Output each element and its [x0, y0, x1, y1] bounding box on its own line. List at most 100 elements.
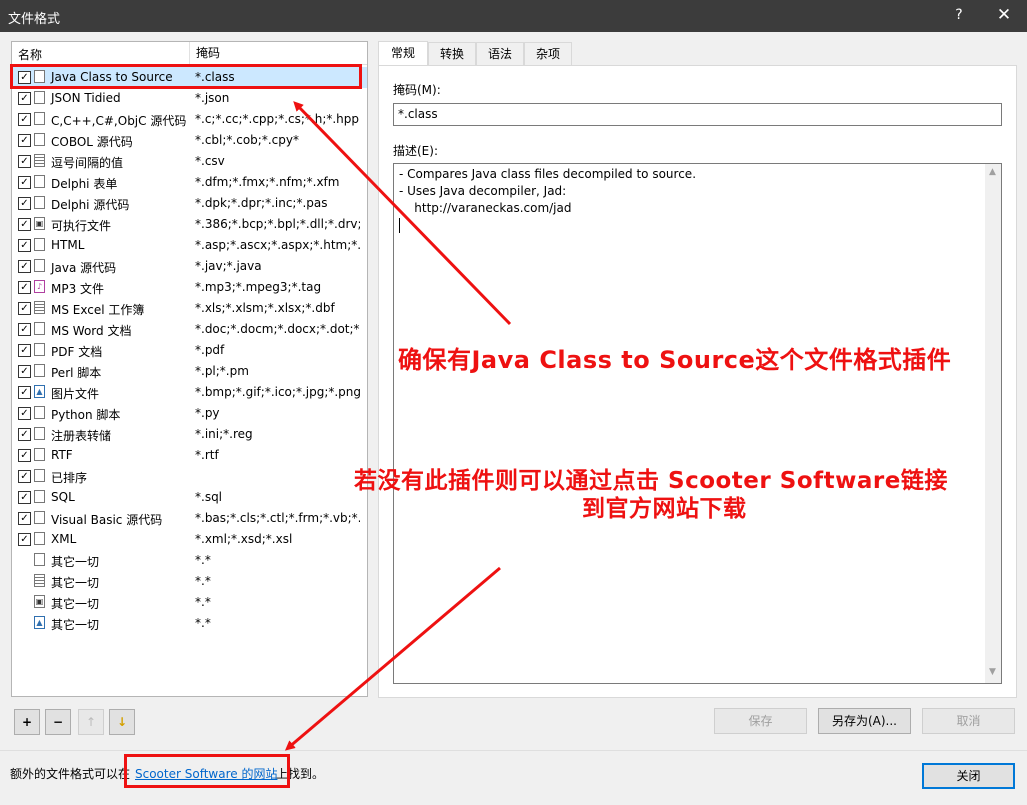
format-mask: *.py — [195, 406, 220, 420]
checkbox[interactable]: ✓ — [18, 512, 31, 525]
list-item[interactable]: ✓ ▣ 可执行文件 *.386;*.bcp;*.bpl;*.dll;*.drv;... — [12, 214, 367, 235]
list-item[interactable]: ✓ 注册表转储 *.ini;*.reg — [12, 424, 367, 445]
tab-grammar[interactable]: 语法 — [476, 42, 524, 65]
format-mask: *.asp;*.ascx;*.aspx;*.htm;*... — [195, 238, 360, 252]
annotation-ensure-plugin: 确保有Java Class to Source这个文件格式插件 — [398, 346, 952, 374]
checkbox[interactable]: ✓ — [18, 239, 31, 252]
table-icon — [34, 574, 45, 587]
document-icon — [34, 175, 45, 188]
format-mask: *.* — [195, 616, 211, 630]
format-name: MS Word 文档 — [51, 324, 132, 338]
list-item[interactable]: ✓ PDF 文档 *.pdf — [12, 340, 367, 361]
list-item[interactable]: ✓ Java 源代码 *.jav;*.java — [12, 256, 367, 277]
checkbox[interactable]: ✓ — [18, 176, 31, 189]
checkbox[interactable]: ✓ — [18, 428, 31, 441]
move-up-button[interactable]: ↑ — [78, 709, 104, 735]
format-name: Delphi 表单 — [51, 177, 118, 191]
description-scrollbar[interactable]: ▲ ▼ — [985, 164, 1001, 683]
checkbox[interactable]: ✓ — [18, 470, 31, 483]
scroll-down-icon[interactable]: ▼ — [989, 667, 996, 677]
format-name: 已排序 — [51, 471, 88, 485]
close-window-button[interactable]: ✕ — [994, 4, 1014, 26]
format-mask: *.386;*.bcp;*.bpl;*.dll;*.drv;... — [195, 217, 360, 231]
cancel-button[interactable]: 取消 — [922, 708, 1015, 734]
list-item[interactable]: ✓ RTF *.rtf — [12, 445, 367, 466]
checkbox[interactable]: ✓ — [18, 155, 31, 168]
format-name: Visual Basic 源代码 — [51, 513, 163, 527]
format-mask: *.rtf — [195, 448, 219, 462]
close-button[interactable]: 关闭 — [922, 763, 1015, 789]
format-name: SQL — [51, 490, 75, 504]
document-icon — [34, 322, 45, 335]
checkbox[interactable]: ✓ — [18, 344, 31, 357]
list-item[interactable]: ✓ 逗号间隔的值 *.csv — [12, 151, 367, 172]
list-item[interactable]: ▣ 其它一切 *.* — [12, 592, 367, 613]
list-item[interactable]: ✓ ♪ MP3 文件 *.mp3;*.mpeg3;*.tag — [12, 277, 367, 298]
table-icon — [34, 301, 45, 314]
tab-general[interactable]: 常规 — [378, 41, 428, 66]
format-name: 其它一切 — [51, 597, 100, 611]
list-item[interactable]: 其它一切 *.* — [12, 571, 367, 592]
format-mask: *.json — [195, 91, 230, 105]
column-header-name[interactable]: 名称 — [18, 46, 42, 63]
column-header-mask[interactable]: 掩码 — [189, 42, 220, 64]
move-down-button[interactable]: ↓ — [109, 709, 135, 735]
list-item[interactable]: ✓ ▲ 图片文件 *.bmp;*.gif;*.ico;*.jpg;*.png... — [12, 382, 367, 403]
checkbox[interactable]: ✓ — [18, 218, 31, 231]
format-mask: *.pl;*.pm — [195, 364, 249, 378]
list-item[interactable]: ✓ MS Word 文档 *.doc;*.docm;*.docx;*.dot;*..… — [12, 319, 367, 340]
list-item[interactable]: ✓ Delphi 源代码 *.dpk;*.dpr;*.inc;*.pas — [12, 193, 367, 214]
checkbox[interactable]: ✓ — [18, 386, 31, 399]
checkbox[interactable]: ✓ — [18, 92, 31, 105]
remove-format-button[interactable]: − — [45, 709, 71, 735]
save-button[interactable]: 保存 — [714, 708, 807, 734]
list-item[interactable]: ✓ SQL *.sql — [12, 487, 367, 508]
list-item[interactable]: ✓ C,C++,C#,ObjC 源代码 *.c;*.cc;*.cpp;*.cs;*.… — [12, 109, 367, 130]
picture-icon: ▲ — [34, 385, 45, 398]
format-mask: *.* — [195, 574, 211, 588]
help-button[interactable]: ? — [950, 5, 968, 25]
list-item[interactable]: ✓ Delphi 表单 *.dfm;*.fmx;*.nfm;*.xfm — [12, 172, 367, 193]
add-format-button[interactable]: + — [14, 709, 40, 735]
checkbox[interactable]: ✓ — [18, 491, 31, 504]
description-textarea[interactable]: - Compares Java class files decompiled t… — [393, 163, 1002, 684]
list-item[interactable]: ✓ MS Excel 工作簿 *.xls;*.xlsm;*.xlsx;*.dbf — [12, 298, 367, 319]
list-item[interactable]: ✓ Python 脚本 *.py — [12, 403, 367, 424]
checkbox[interactable]: ✓ — [18, 113, 31, 126]
list-item[interactable]: ✓ 已排序 — [12, 466, 367, 487]
checkbox[interactable]: ✓ — [18, 365, 31, 378]
format-name: 逗号间隔的值 — [51, 156, 124, 170]
list-item[interactable]: ▲ 其它一切 *.* — [12, 613, 367, 634]
executable-icon: ▣ — [34, 217, 45, 230]
list-item[interactable]: ✓ XML *.xml;*.xsd;*.xsl — [12, 529, 367, 550]
tab-misc[interactable]: 杂项 — [524, 42, 572, 65]
checkbox[interactable]: ✓ — [18, 260, 31, 273]
checkbox[interactable]: ✓ — [18, 197, 31, 210]
tab-conversion[interactable]: 转换 — [428, 42, 476, 65]
document-icon — [34, 427, 45, 440]
format-name: PDF 文档 — [51, 345, 103, 359]
checkbox[interactable]: ✓ — [18, 281, 31, 294]
list-item[interactable]: ✓ COBOL 源代码 *.cbl;*.cob;*.cpy* — [12, 130, 367, 151]
description-line: - Uses Java decompiler, Jad: — [399, 184, 567, 198]
list-item[interactable]: 其它一切 *.* — [12, 550, 367, 571]
mask-input[interactable]: *.class — [393, 103, 1002, 126]
checkbox[interactable]: ✓ — [18, 407, 31, 420]
checkbox[interactable]: ✓ — [18, 323, 31, 336]
checkbox[interactable]: ✓ — [18, 302, 31, 315]
checkbox[interactable]: ✓ — [18, 134, 31, 147]
list-item[interactable]: ✓ HTML *.asp;*.ascx;*.aspx;*.htm;*... — [12, 235, 367, 256]
checkbox[interactable]: ✓ — [18, 449, 31, 462]
scroll-up-icon[interactable]: ▲ — [989, 167, 996, 177]
checkbox[interactable]: ✓ — [18, 533, 31, 546]
format-name: Perl 脚本 — [51, 366, 102, 380]
file-format-list[interactable]: 名称 掩码 ✓ Java Class to Source *.class ✓ JSON … — [11, 41, 368, 697]
table-icon — [34, 154, 45, 167]
format-mask: *.bmp;*.gif;*.ico;*.jpg;*.png... — [195, 385, 360, 399]
save-as-button[interactable]: 另存为(A)... — [818, 708, 911, 734]
list-item[interactable]: ✓ Visual Basic 源代码 *.bas;*.cls;*.ctl;*.frm… — [12, 508, 367, 529]
list-item[interactable]: ✓ Perl 脚本 *.pl;*.pm — [12, 361, 367, 382]
document-icon — [34, 196, 45, 209]
format-name: 其它一切 — [51, 618, 100, 632]
list-item[interactable]: ✓ JSON Tidied *.json — [12, 88, 367, 109]
